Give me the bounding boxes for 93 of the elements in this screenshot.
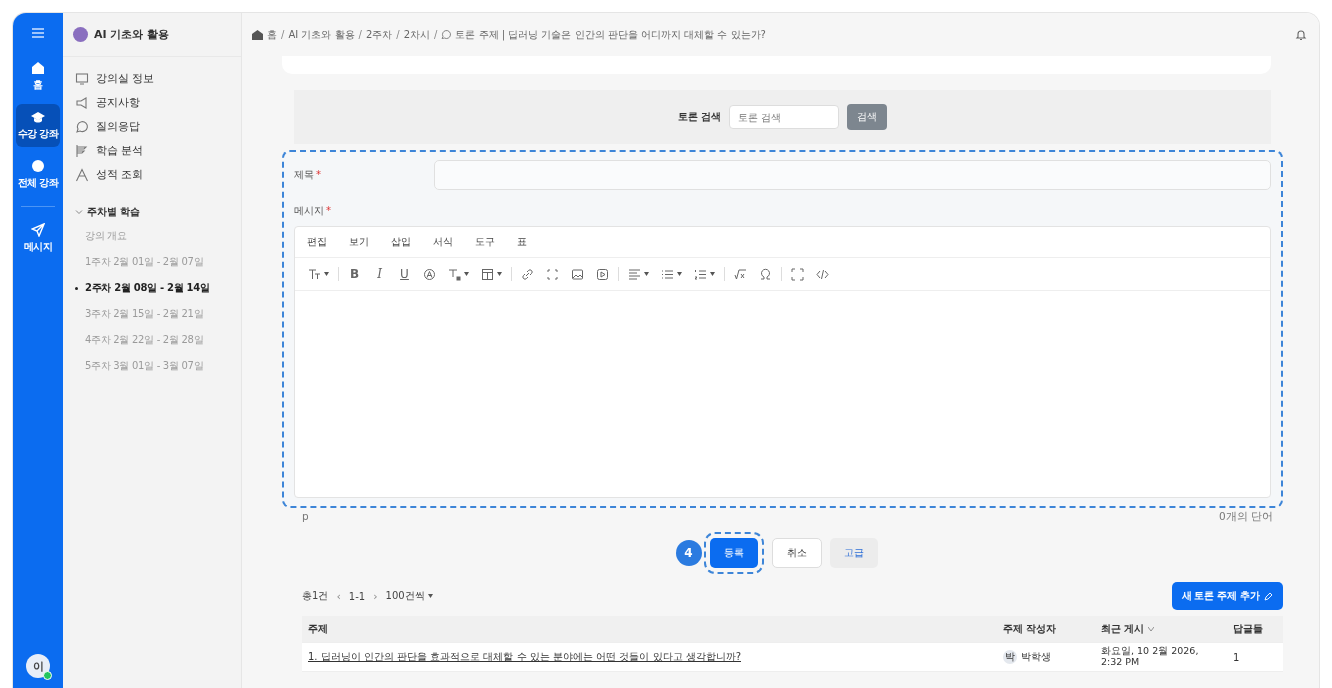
field-label: 메시지 * — [294, 204, 332, 218]
breadcrumb-separator: / — [281, 29, 285, 40]
course-title[interactable]: AI 기초와 활용 — [94, 27, 170, 42]
field-label: 제목 * — [294, 168, 322, 182]
search-button[interactable]: 검색 — [847, 104, 888, 130]
page-next-icon[interactable]: › — [373, 589, 378, 603]
search-label: 토론 검색 — [677, 110, 722, 124]
image-icon — [571, 267, 584, 281]
caret-icon — [644, 272, 649, 276]
caret-icon — [324, 272, 329, 276]
search-field[interactable]: 토론 검색 — [729, 105, 840, 129]
author-name: 박학생 — [1021, 650, 1051, 664]
course-avatar-icon — [73, 27, 88, 42]
menu-icon[interactable] — [31, 27, 45, 39]
editor-menu-item[interactable]: 편집 — [307, 235, 327, 249]
page-range: 1-1 — [348, 590, 366, 602]
column-header: 답글들 — [1232, 622, 1264, 636]
rail-item[interactable]: 메시지 — [16, 217, 60, 260]
column-header: 주제 작성자 — [1002, 622, 1058, 636]
italic-tool-button[interactable]: I — [370, 265, 389, 283]
sidebar-item[interactable]: 강의실 정보 — [75, 67, 229, 91]
breadcrumb-link[interactable]: 홈 — [267, 27, 277, 42]
strike-icon — [423, 267, 436, 281]
rail-item[interactable]: 전체 강좌 — [16, 153, 60, 196]
caret-icon — [464, 272, 469, 276]
caret-icon — [427, 594, 433, 598]
bullets-icon — [661, 267, 674, 281]
editor-menu-item[interactable]: 표 — [517, 235, 527, 249]
editor-menu-item[interactable]: 도구 — [475, 235, 495, 249]
rail-item[interactable]: 수강 강좌 — [16, 104, 60, 147]
topic-link[interactable]: 1. 딥러닝이 인간의 판단을 효과적으로 대체할 수 있는 분야에는 어떤 것들이 있다고 생각합니까? — [308, 650, 741, 664]
caret-icon — [497, 272, 502, 276]
fullscreen-icon — [791, 267, 804, 281]
column-header: 주제 — [307, 622, 329, 636]
reply-count: 1 — [1233, 651, 1240, 663]
rail-item[interactable]: 홈 — [16, 55, 60, 98]
last-post-date: 화요일, 10 2월 2026, 2:32 PM — [1101, 646, 1200, 668]
chat-bubble-icon — [441, 29, 452, 40]
send-icon — [31, 223, 45, 237]
title-input-field[interactable] — [434, 160, 1271, 190]
editor-menu-item[interactable]: 보기 — [349, 235, 369, 249]
align-icon — [628, 267, 641, 281]
author-avatar: 박 — [1003, 650, 1017, 664]
breadcrumb-link[interactable]: 토론 주제 | 딥러닝 기술은 인간의 판단을 어디까지 대체할 수 있는가? — [455, 27, 766, 42]
editor-menu-item[interactable]: 서식 — [433, 235, 453, 249]
breadcrumb-separator: / — [358, 29, 362, 40]
home-icon — [31, 61, 45, 75]
monitor-icon — [75, 72, 89, 86]
advanced-button[interactable]: 고급 — [829, 538, 878, 568]
table-icon — [481, 267, 494, 281]
caret-icon — [677, 272, 682, 276]
notification-bell-icon[interactable] — [1295, 28, 1307, 41]
breadcrumb-separator: / — [434, 29, 438, 40]
add-topic-button[interactable]: 새 토론 주제 추가 — [1171, 582, 1283, 610]
breadcrumb-link[interactable]: 2차시 — [403, 27, 431, 42]
per-page-dropdown[interactable]: 100건씩 — [385, 589, 433, 603]
formula-icon — [734, 267, 747, 281]
sort-caret-icon — [1148, 627, 1155, 631]
element-path: p — [302, 510, 309, 524]
numbers-icon — [694, 267, 707, 281]
special-char-icon — [759, 267, 772, 281]
link-icon — [521, 267, 534, 281]
letter-a-icon — [75, 168, 89, 182]
graduation-cap-icon — [31, 110, 45, 124]
rich-text-editor[interactable]: 편집 보기 삽입 서식 도구 표 B I U — [294, 226, 1271, 498]
cancel-button[interactable]: 취소 — [771, 538, 822, 568]
bold-tool-button[interactable]: B — [345, 265, 364, 283]
total-count: 총1건 — [302, 589, 329, 603]
sidebar-item[interactable]: 학습 분석 — [75, 139, 229, 163]
page-previous-icon[interactable]: ‹ — [336, 589, 341, 603]
megaphone-icon — [75, 96, 89, 110]
code-icon — [816, 267, 829, 281]
column-header[interactable]: 최근 게시 — [1095, 622, 1227, 636]
underline-tool-button[interactable]: U — [395, 265, 414, 283]
step-number-badge: 4 — [675, 540, 702, 566]
home-icon — [252, 29, 263, 40]
sidebar-item[interactable]: 공지사항 — [75, 91, 229, 115]
pencil-icon — [1264, 591, 1273, 601]
breadcrumb-link[interactable]: 2주차 — [365, 27, 393, 42]
breadcrumb-separator: / — [396, 29, 400, 40]
week-link[interactable]: 2주차 2월 08일 - 2월 14일 — [75, 275, 229, 301]
media-icon — [596, 267, 609, 281]
section-header[interactable]: 주차별 학습 — [75, 201, 229, 223]
text-color-icon — [448, 267, 461, 281]
chat-bubble-icon — [75, 120, 89, 134]
caret-icon — [710, 272, 715, 276]
word-count: 0개의 단어 — [1218, 510, 1273, 524]
text-size-icon — [308, 267, 321, 281]
editor-menu-item[interactable]: 삽입 — [391, 235, 411, 249]
sidebar-item[interactable]: 성적 조회 — [75, 163, 229, 187]
sidebar-item[interactable]: 질의응답 — [75, 115, 229, 139]
breadcrumb-link[interactable]: AI 기초와 활용 — [288, 27, 355, 42]
user-avatar[interactable]: 이 — [26, 654, 50, 678]
